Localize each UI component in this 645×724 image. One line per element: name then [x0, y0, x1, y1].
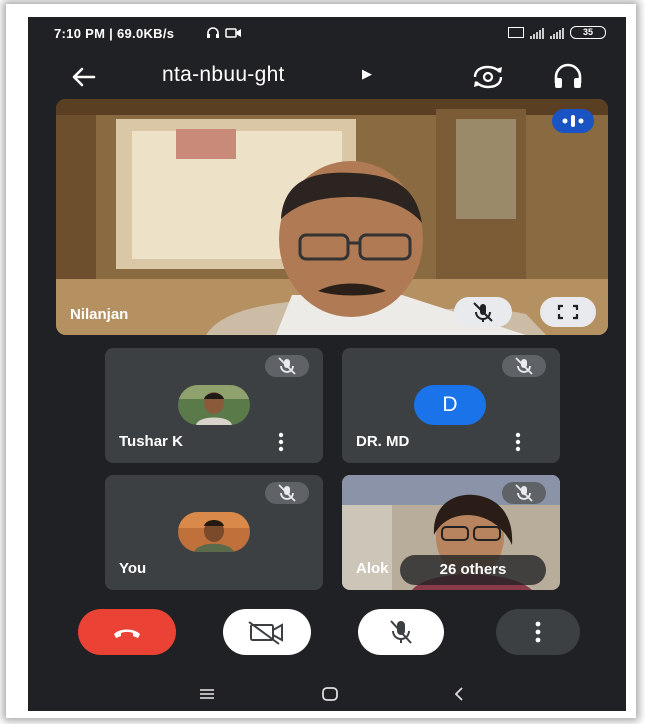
- mic-off-icon: [278, 484, 296, 502]
- camera-off-icon: [248, 621, 283, 645]
- switch-camera-button[interactable]: [468, 59, 508, 95]
- main-speaker-video[interactable]: Nilanjan: [56, 99, 608, 335]
- more-vert-icon: [535, 621, 541, 643]
- back-button[interactable]: [66, 59, 102, 95]
- mic-off-icon: [515, 357, 533, 375]
- fullscreen-button[interactable]: [540, 297, 596, 327]
- avatar-photo: [178, 512, 250, 552]
- avatar: [178, 512, 250, 552]
- headphones-icon: [554, 63, 582, 88]
- volte-icon: [508, 27, 524, 38]
- avatar: [178, 385, 250, 425]
- speaking-indicator: [552, 109, 594, 133]
- participant-tile-others[interactable]: Alok 26 others: [342, 475, 560, 590]
- audio-output-button[interactable]: [550, 59, 586, 95]
- main-speaker-name: Nilanjan: [70, 306, 129, 323]
- more-vert-icon: [515, 432, 521, 452]
- participant-name: Tushar K: [119, 433, 183, 450]
- others-count-badge[interactable]: 26 others: [400, 555, 546, 585]
- caret-right-icon[interactable]: ▶: [362, 66, 372, 82]
- back-chevron-icon: [454, 687, 463, 701]
- participant-more-button[interactable]: [273, 431, 289, 453]
- signal-icon: [530, 27, 544, 39]
- avatar-letter: D: [414, 385, 486, 425]
- participant-name: Alok: [356, 560, 389, 577]
- home-button[interactable]: [321, 686, 339, 702]
- participant-tile-you[interactable]: You: [105, 475, 323, 590]
- system-back-button[interactable]: [452, 685, 466, 703]
- status-right-icons: 35: [508, 26, 606, 39]
- tile-mic-status: [265, 482, 309, 504]
- camera-toggle-button[interactable]: [223, 609, 311, 655]
- participant-name: DR. MD: [356, 433, 410, 450]
- participant-more-button[interactable]: [510, 431, 526, 453]
- meeting-code[interactable]: nta-nbuu-ght: [162, 63, 285, 87]
- headset-and-camera-status-icons: [206, 26, 246, 43]
- mic-off-icon: [278, 357, 296, 375]
- system-navigation-bar: [28, 677, 626, 711]
- screenshot-frame: 7:10 PM | 69.0KB/s 35 nta-nbuu-ght ▶ Nil…: [6, 4, 636, 718]
- speaker-video-feed: [56, 99, 608, 335]
- participant-name: You: [119, 560, 147, 577]
- more-options-button[interactable]: [496, 609, 580, 655]
- tile-mic-status: [265, 355, 309, 377]
- mic-off-icon: [390, 620, 412, 644]
- participant-tile-dr-md[interactable]: D DR. MD: [342, 348, 560, 463]
- meet-screen: 7:10 PM | 69.0KB/s 35 nta-nbuu-ght ▶ Nil…: [28, 17, 626, 711]
- mute-participant-button[interactable]: [454, 297, 512, 327]
- speaking-indicator-icon: [562, 115, 584, 127]
- call-end-icon: [114, 629, 140, 638]
- recents-button[interactable]: [196, 687, 218, 701]
- mute-icon: [473, 302, 493, 322]
- tile-mic-status: [502, 355, 546, 377]
- avatar-photo: [178, 385, 250, 425]
- end-call-button[interactable]: [78, 609, 176, 655]
- mic-toggle-button[interactable]: [358, 609, 444, 655]
- tile-mic-status: [502, 482, 546, 504]
- status-time: 7:10 PM | 69.0KB/s: [54, 26, 175, 41]
- signal-icon-2: [550, 27, 564, 39]
- home-icon: [322, 687, 338, 701]
- battery-icon: 35: [570, 26, 606, 39]
- more-vert-icon: [278, 432, 284, 452]
- participant-tile-tushar[interactable]: Tushar K: [105, 348, 323, 463]
- recents-icon: [200, 689, 214, 699]
- mic-off-icon: [515, 484, 533, 502]
- back-arrow-icon: [72, 67, 96, 87]
- fullscreen-icon: [557, 304, 579, 320]
- switch-camera-icon: [473, 65, 503, 89]
- meeting-header: nta-nbuu-ght ▶: [28, 51, 626, 101]
- status-bar: 7:10 PM | 69.0KB/s 35: [28, 17, 626, 51]
